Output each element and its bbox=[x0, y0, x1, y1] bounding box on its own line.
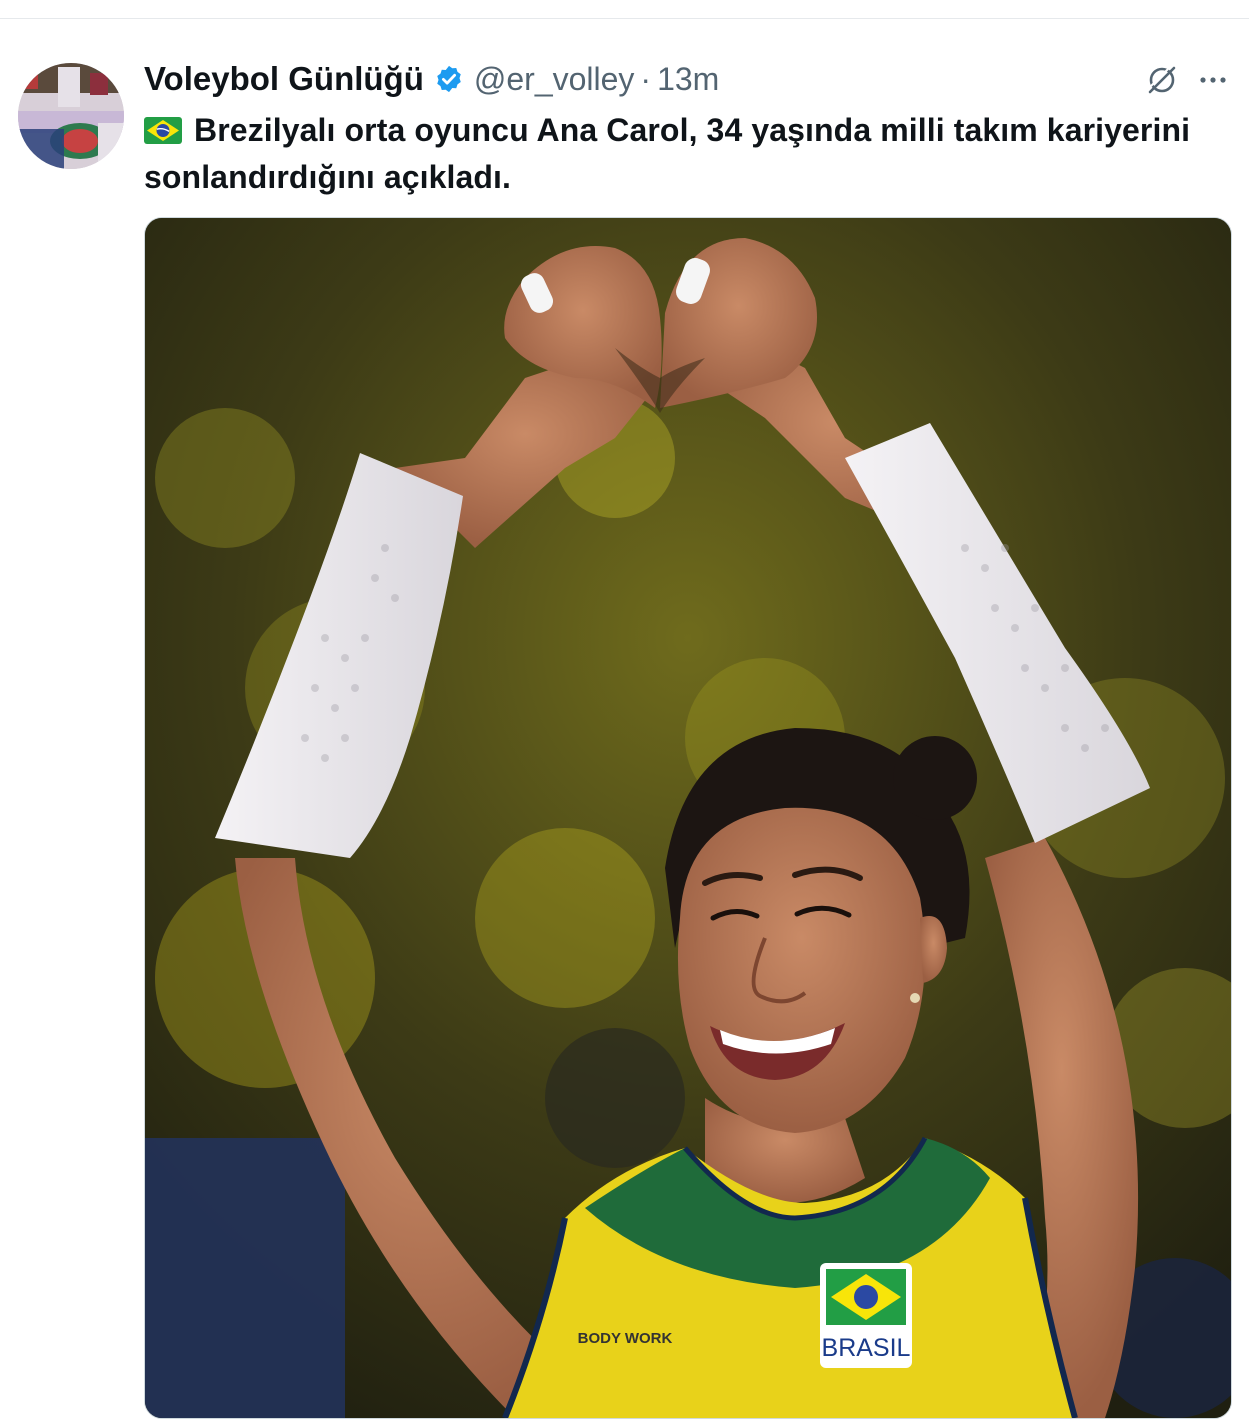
author-handle[interactable]: @er_volley bbox=[474, 61, 635, 98]
top-divider bbox=[0, 0, 1249, 19]
author-display-name[interactable]: Voleybol Günlüğü bbox=[144, 60, 424, 98]
verified-badge-icon bbox=[434, 64, 464, 94]
avatar[interactable] bbox=[18, 63, 124, 169]
jersey-text: BRASIL bbox=[822, 1334, 911, 1362]
more-icon[interactable] bbox=[1194, 61, 1232, 99]
timestamp[interactable]: 13m bbox=[657, 61, 719, 98]
tweet[interactable]: Voleybol Günlüğü @er_volley · 13m Brezil… bbox=[0, 19, 1249, 1419]
tweet-header: Voleybol Günlüğü @er_volley · 13m bbox=[144, 57, 719, 101]
grok-icon[interactable] bbox=[1143, 61, 1181, 99]
sponsor-text: BODY WORK bbox=[578, 1330, 673, 1347]
tweet-body: Brezilyalı orta oyuncu Ana Carol, 34 yaş… bbox=[144, 112, 1191, 195]
separator-dot: · bbox=[640, 60, 652, 97]
brazil-flag-icon bbox=[144, 110, 182, 144]
tweet-photo[interactable]: BRASIL BODY WORK bbox=[144, 217, 1232, 1419]
tweet-text: Brezilyalı orta oyuncu Ana Carol, 34 yaş… bbox=[144, 107, 1204, 201]
